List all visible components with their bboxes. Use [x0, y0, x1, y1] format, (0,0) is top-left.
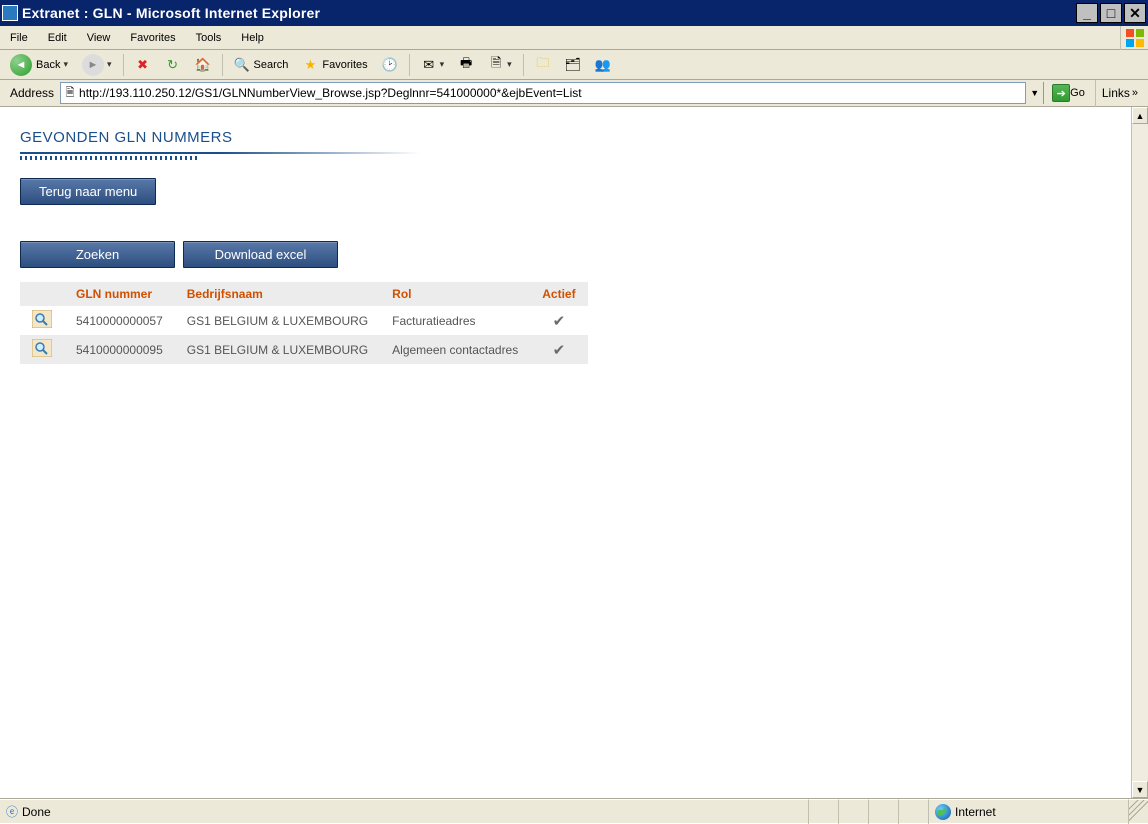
discuss-button[interactable]: 🗀: [529, 53, 557, 77]
content-area: GEVONDEN GLN NUMMERS Terug naar menu Zoe…: [0, 107, 1148, 798]
page-heading: GEVONDEN GLN NUMMERS: [20, 129, 1128, 146]
refresh-icon: ↻: [165, 57, 181, 73]
address-field-container: 🗎 ▼: [60, 82, 1044, 104]
maximize-button[interactable]: □: [1100, 3, 1122, 23]
menu-favorites[interactable]: Favorites: [120, 29, 185, 47]
cell-role: Algemeen contactadres: [380, 335, 530, 364]
address-label: Address: [4, 86, 60, 100]
status-pane-3: [868, 799, 898, 824]
toolbar: ◄ Back ► ✖ ↻ 🏠 🔍Search ★Favorites 🕑 ✉ 🖶 …: [0, 50, 1148, 80]
links-button[interactable]: Links: [1095, 80, 1144, 107]
globe-icon: [935, 804, 951, 820]
checkmark-icon: ✔: [553, 313, 566, 330]
print-button[interactable]: 🖶: [452, 53, 480, 77]
addressbar: Address 🗎 ▼ ➔ Go Links: [0, 80, 1148, 107]
status-pane-1: [808, 799, 838, 824]
table-row: 5410000000057 GS1 BELGIUM & LUXEMBOURG F…: [20, 306, 588, 335]
go-button[interactable]: ➔ Go: [1048, 82, 1089, 104]
messenger-icon: 👥: [595, 57, 611, 73]
statusbar: ⓔ Done Internet: [0, 798, 1148, 823]
page-body: GEVONDEN GLN NUMMERS Terug naar menu Zoe…: [0, 107, 1148, 386]
col-active: Actief: [530, 282, 587, 306]
research-button[interactable]: 🗂: [559, 53, 587, 77]
menu-help[interactable]: Help: [231, 29, 274, 47]
search-icon: 🔍: [234, 57, 250, 73]
window-title: Extranet : GLN - Microsoft Internet Expl…: [22, 5, 1074, 21]
resize-grip[interactable]: [1128, 799, 1148, 824]
stop-button[interactable]: ✖: [129, 53, 157, 77]
back-button[interactable]: ◄ Back: [4, 53, 74, 77]
app-icon: [2, 5, 18, 21]
go-label: Go: [1070, 87, 1085, 99]
menu-file[interactable]: File: [0, 29, 38, 47]
star-icon: ★: [302, 57, 318, 73]
stop-icon: ✖: [135, 57, 151, 73]
vertical-scrollbar[interactable]: ▲ ▼: [1131, 107, 1148, 798]
checkmark-icon: ✔: [553, 342, 566, 359]
go-icon: ➔: [1052, 84, 1070, 102]
forward-icon: ►: [82, 54, 104, 76]
menubar: File Edit View Favorites Tools Help: [0, 26, 1148, 50]
back-icon: ◄: [10, 54, 32, 76]
refresh-button[interactable]: ↻: [159, 53, 187, 77]
forward-button[interactable]: ►: [76, 53, 118, 77]
print-icon: 🖶: [458, 57, 474, 73]
search-button[interactable]: 🔍 Search: [228, 53, 295, 77]
favorites-label: Favorites: [322, 59, 367, 71]
heading-dots: [20, 156, 200, 160]
cell-role: Facturatieadres: [380, 306, 530, 335]
history-icon: 🕑: [382, 57, 398, 73]
download-excel-button[interactable]: Download excel: [183, 241, 338, 268]
status-pane-4: [898, 799, 928, 824]
status-text: Done: [22, 805, 51, 819]
cell-company: GS1 BELGIUM & LUXEMBOURG: [175, 306, 380, 335]
table-row: 5410000000095 GS1 BELGIUM & LUXEMBOURG A…: [20, 335, 588, 364]
col-company: Bedrijfsnaam: [175, 282, 380, 306]
scroll-down-icon[interactable]: ▼: [1132, 781, 1148, 798]
mail-icon: ✉: [421, 57, 437, 73]
close-button[interactable]: ✕: [1124, 3, 1146, 23]
edit-button[interactable]: 🗎: [482, 53, 518, 77]
cell-gln: 5410000000057: [64, 306, 175, 335]
scroll-up-icon[interactable]: ▲: [1132, 107, 1148, 124]
results-table: GLN nummer Bedrijfsnaam Rol Actief 54100…: [20, 282, 588, 364]
security-zone: Internet: [928, 799, 1128, 824]
magnifier-icon[interactable]: [32, 339, 52, 357]
research-icon: 🗂: [565, 57, 581, 73]
messenger-button[interactable]: 👥: [589, 53, 617, 77]
menu-view[interactable]: View: [77, 29, 121, 47]
table-header-row: GLN nummer Bedrijfsnaam Rol Actief: [20, 282, 588, 306]
status-text-cell: ⓔ Done: [0, 799, 808, 824]
address-dropdown[interactable]: ▼: [1025, 82, 1043, 104]
back-to-menu-button[interactable]: Terug naar menu: [20, 178, 156, 205]
status-pane-2: [838, 799, 868, 824]
col-gln: GLN nummer: [64, 282, 175, 306]
folder-icon: 🗀: [535, 57, 551, 73]
home-icon: 🏠: [195, 57, 211, 73]
home-button[interactable]: 🏠: [189, 53, 217, 77]
search-submit-button[interactable]: Zoeken: [20, 241, 175, 268]
cell-company: GS1 BELGIUM & LUXEMBOURG: [175, 335, 380, 364]
titlebar: Extranet : GLN - Microsoft Internet Expl…: [0, 0, 1148, 26]
history-button[interactable]: 🕑: [376, 53, 404, 77]
cell-gln: 5410000000095: [64, 335, 175, 364]
favorites-button[interactable]: ★ Favorites: [296, 53, 373, 77]
edit-icon: 🗎: [488, 57, 504, 73]
heading-underline: [20, 152, 420, 154]
scroll-track[interactable]: [1132, 124, 1148, 781]
search-label: Search: [254, 59, 289, 71]
minimize-button[interactable]: _: [1076, 3, 1098, 23]
address-input[interactable]: [79, 84, 1025, 102]
back-label: Back: [36, 59, 60, 71]
menu-tools[interactable]: Tools: [186, 29, 232, 47]
windows-logo-icon: [1120, 26, 1148, 50]
zone-label: Internet: [955, 805, 996, 819]
mail-button[interactable]: ✉: [415, 53, 451, 77]
page-icon: 🗎: [61, 84, 79, 103]
magnifier-icon[interactable]: [32, 310, 52, 328]
col-role: Rol: [380, 282, 530, 306]
ie-icon: ⓔ: [6, 803, 18, 820]
menu-edit[interactable]: Edit: [38, 29, 77, 47]
